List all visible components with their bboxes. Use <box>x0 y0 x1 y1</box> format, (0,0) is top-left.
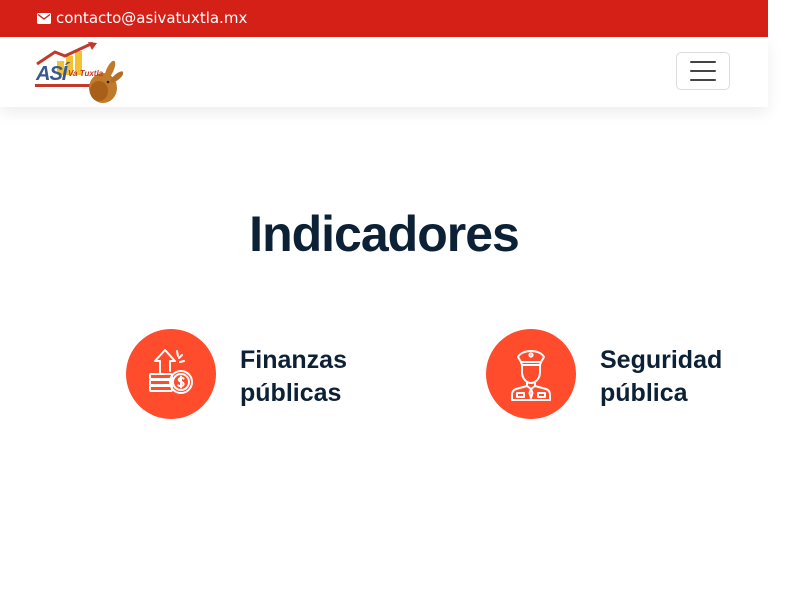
finance-growth-icon <box>149 349 193 394</box>
indicator-label-line1: Finanzas <box>240 346 347 374</box>
police-officer-icon <box>511 350 551 401</box>
indicator-seguridad-publica[interactable]: Seguridad pública <box>486 329 750 419</box>
site-logo[interactable]: ASÍ Va Tuxtla <box>35 41 124 104</box>
navbar: ASÍ Va Tuxtla <box>0 37 768 107</box>
indicator-finanzas-publicas[interactable]: Finanzas públicas <box>126 329 390 419</box>
logo-text-main: ASÍ <box>36 63 67 85</box>
contact-bar: contacto@asivatuxtla.mx <box>0 0 768 37</box>
logo-text-sub: Va Tuxtla <box>68 69 104 78</box>
menu-toggle-button[interactable] <box>676 52 730 90</box>
indicator-label-line2: públicas <box>240 379 342 407</box>
mail-icon <box>37 13 51 24</box>
indicator-label-line1: Seguridad <box>600 346 723 374</box>
indicator-icon-circle <box>486 329 576 419</box>
hamburger-menu-icon <box>690 61 716 81</box>
page: contacto@asivatuxtla.mx ASÍ Va Tuxtla In… <box>0 0 800 600</box>
page-title: Indicadores <box>249 206 520 262</box>
contact-email-link[interactable]: contacto@asivatuxtla.mx <box>56 10 247 27</box>
indicator-icon-circle <box>126 329 216 419</box>
indicator-label: Seguridad pública <box>600 338 750 410</box>
indicator-label-line2: pública <box>600 379 688 407</box>
indicator-label: Finanzas públicas <box>240 338 390 410</box>
